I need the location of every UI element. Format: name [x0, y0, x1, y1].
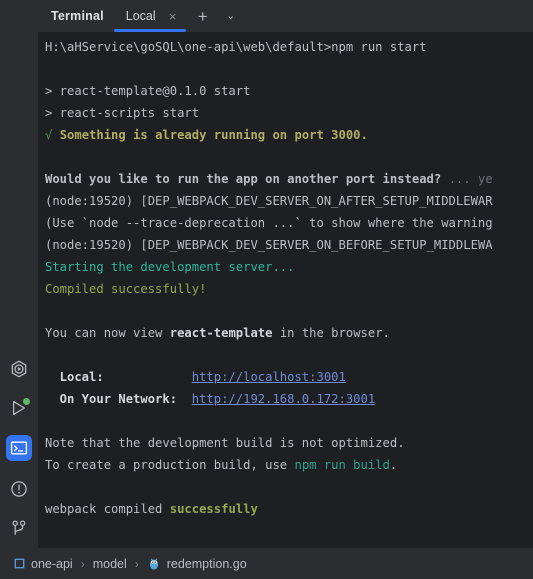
terminal-text: react-template [169, 326, 273, 340]
breadcrumb-item-redemption-go[interactable]: redemption.go [147, 557, 247, 571]
tab-local[interactable]: Local × [113, 0, 186, 32]
terminal-text: Local: [45, 370, 192, 384]
terminal-link[interactable]: http://localhost:3001 [192, 370, 346, 384]
terminal-line: Would you like to run the app on another… [38, 168, 533, 190]
services-icon[interactable] [7, 357, 31, 381]
terminal-output[interactable]: H:\aHService\goSQL\one-api\web\default>n… [38, 32, 533, 548]
breadcrumb-item-model[interactable]: model [93, 557, 127, 571]
activity-bar [0, 0, 38, 548]
terminal-tab-bar: Terminal Local × + ⌄ [38, 0, 533, 32]
terminal-text: ... ye [448, 172, 493, 186]
terminal-line: Note that the development build is not o… [38, 432, 533, 454]
terminal-text: . [389, 458, 398, 472]
terminal-text: Something is already running on port 300… [59, 128, 368, 142]
new-terminal-button[interactable]: + [195, 8, 211, 25]
breadcrumb-label: model [92, 556, 127, 571]
go-gopher-icon [147, 557, 161, 571]
terminal-icon[interactable] [6, 435, 32, 461]
terminal-link[interactable]: http://192.168.0.172:3001 [192, 392, 375, 406]
terminal-text: On Your Network: [45, 392, 192, 406]
terminal-text: Would you like to run the app on another… [45, 172, 449, 186]
tab-local-label: Local [125, 9, 156, 23]
terminal-text: webpack compiled [45, 502, 170, 516]
close-icon[interactable]: × [167, 10, 179, 23]
chevron-down-icon[interactable]: ⌄ [223, 10, 239, 22]
terminal-line: (node:19520) [DEP_WEBPACK_DEV_SERVER_ON_… [38, 190, 533, 212]
terminal-text: successfully [169, 502, 258, 516]
terminal-text: (node:19520) [DEP_WEBPACK_DEV_SERVER_ON_… [45, 194, 493, 208]
git-branch-icon[interactable] [7, 516, 31, 540]
terminal-line: √ Something is already running on port 3… [38, 124, 533, 146]
run-status-dot [23, 398, 30, 405]
breadcrumb-item-one-api[interactable]: one-api [14, 557, 73, 571]
terminal-text: > react-template@0.1.0 start [45, 84, 251, 98]
breadcrumb-bar: one-api › model › redemption.go [0, 548, 533, 579]
terminal-text: > react-scripts start [45, 106, 200, 120]
terminal-line: webpack compiled successfully [38, 498, 533, 520]
project-square-icon [14, 558, 25, 569]
terminal-text: (node:19520) [DEP_WEBPACK_DEV_SERVER_ON_… [45, 238, 493, 252]
terminal-text: Starting the development server... [45, 260, 295, 274]
breadcrumb-separator: › [80, 556, 85, 571]
terminal-line: (node:19520) [DEP_WEBPACK_DEV_SERVER_ON_… [38, 234, 533, 256]
terminal-line: You can now view react-template in the b… [38, 322, 533, 344]
breadcrumb-label: redemption.go [166, 556, 247, 571]
terminal-text: H:\aHService\goSQL\one-api\web\default>n… [45, 40, 427, 54]
terminal-line: > react-scripts start [38, 102, 533, 124]
terminal-line: H:\aHService\goSQL\one-api\web\default>n… [38, 36, 533, 58]
terminal-text: in the browser. [272, 326, 390, 340]
tool-window-title: Terminal [51, 9, 104, 23]
terminal-line: Compiled successfully! [38, 278, 533, 300]
problems-icon[interactable] [7, 477, 31, 501]
terminal-line: Starting the development server... [38, 256, 533, 278]
breadcrumb-label: one-api [31, 556, 73, 571]
run-icon[interactable] [7, 396, 31, 420]
terminal-text: npm run build [294, 458, 390, 472]
ide-terminal-window: Terminal Local × + ⌄ H:\aHService\goSQL\… [0, 0, 533, 579]
terminal-line: > react-template@0.1.0 start [38, 80, 533, 102]
breadcrumb-separator: › [134, 556, 139, 571]
terminal-line: On Your Network: http://192.168.0.172:30… [38, 388, 533, 410]
terminal-text: To create a production build, use [45, 458, 295, 472]
terminal-text: Note that the development build is not o… [45, 436, 405, 450]
terminal-line: To create a production build, use npm ru… [38, 454, 533, 476]
terminal-text: You can now view [45, 326, 170, 340]
terminal-text: Compiled successfully! [45, 282, 207, 296]
terminal-line: (Use `node --trace-deprecation ...` to s… [38, 212, 533, 234]
terminal-text: √ [45, 128, 60, 142]
terminal-line: Local: http://localhost:3001 [38, 366, 533, 388]
terminal-text: (Use `node --trace-deprecation ...` to s… [45, 216, 493, 230]
